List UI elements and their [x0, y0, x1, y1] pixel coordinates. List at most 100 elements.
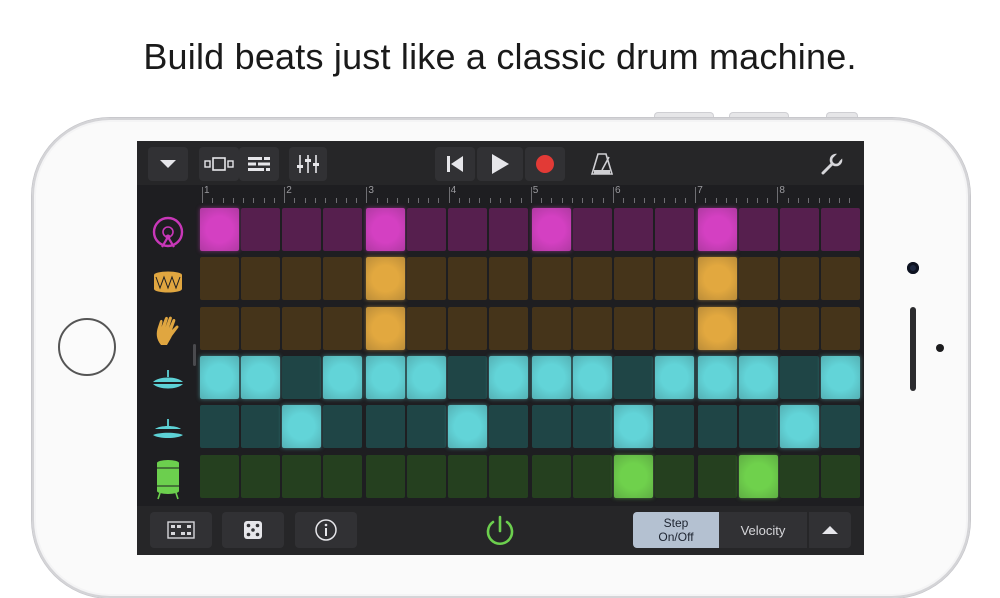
step-cell-off[interactable]: [572, 257, 612, 301]
mixer-button[interactable]: [289, 147, 327, 181]
step-cell-off[interactable]: [323, 454, 363, 498]
step-cell-off[interactable]: [779, 306, 819, 350]
step-cell-off[interactable]: [448, 355, 488, 399]
info-button[interactable]: [295, 512, 357, 548]
browser-button[interactable]: [148, 147, 188, 181]
velocity-mode-button[interactable]: Velocity: [719, 512, 807, 548]
step-cell-on[interactable]: [323, 355, 363, 399]
step-cell-off[interactable]: [282, 355, 322, 399]
bar-ruler[interactable]: 1 2 3 4 5 6 7 8: [197, 185, 864, 205]
step-cell-on[interactable]: [365, 208, 405, 251]
step-cell-on[interactable]: [779, 405, 819, 449]
step-cell-off[interactable]: [241, 208, 281, 251]
instrument-floor-tom[interactable]: [137, 456, 199, 503]
step-cell-off[interactable]: [779, 355, 819, 399]
step-cell-off[interactable]: [738, 306, 778, 350]
step-cell-off[interactable]: [614, 306, 653, 350]
step-cell-on[interactable]: [241, 355, 281, 399]
step-cell-off[interactable]: [489, 405, 529, 449]
step-cell-off[interactable]: [572, 306, 612, 350]
step-cell-off[interactable]: [241, 257, 281, 301]
step-cell-off[interactable]: [614, 208, 653, 251]
step-cell-off[interactable]: [779, 454, 819, 498]
step-cell-off[interactable]: [489, 454, 529, 498]
step-cell-off[interactable]: [282, 306, 322, 350]
step-cell-off[interactable]: [738, 405, 778, 449]
step-cell-on[interactable]: [614, 454, 653, 498]
step-cell-on[interactable]: [448, 405, 488, 449]
step-cell-on[interactable]: [489, 355, 529, 399]
step-cell-on[interactable]: [531, 208, 571, 251]
step-cell-on[interactable]: [614, 405, 653, 449]
step-cell-off[interactable]: [655, 257, 695, 301]
step-cell-on[interactable]: [738, 454, 778, 498]
step-cell-off[interactable]: [407, 306, 446, 350]
step-cell-off[interactable]: [489, 208, 529, 251]
step-cell-off[interactable]: [738, 257, 778, 301]
step-cell-off[interactable]: [655, 405, 695, 449]
step-cell-off[interactable]: [200, 306, 239, 350]
step-cell-off[interactable]: [448, 208, 488, 251]
instrument-hand-clap[interactable]: [137, 308, 199, 355]
step-cell-off[interactable]: [614, 355, 653, 399]
step-cell-off[interactable]: [407, 208, 446, 251]
tracks-list-button[interactable]: [239, 147, 279, 181]
step-cell-off[interactable]: [323, 257, 363, 301]
step-cell-off[interactable]: [821, 405, 860, 449]
home-button[interactable]: [58, 318, 116, 376]
step-cell-off[interactable]: [365, 454, 405, 498]
step-cell-off[interactable]: [323, 208, 363, 251]
step-cell-off[interactable]: [572, 208, 612, 251]
step-cell-off[interactable]: [365, 405, 405, 449]
step-cell-off[interactable]: [821, 454, 860, 498]
step-cell-off[interactable]: [241, 306, 281, 350]
step-cell-off[interactable]: [407, 405, 446, 449]
step-cell-off[interactable]: [779, 257, 819, 301]
step-cell-off[interactable]: [323, 405, 363, 449]
instrument-kick-drum[interactable]: [137, 209, 199, 256]
step-cell-on[interactable]: [821, 355, 860, 399]
step-cell-on[interactable]: [282, 405, 322, 449]
step-cell-on[interactable]: [365, 257, 405, 301]
step-cell-off[interactable]: [200, 405, 239, 449]
step-cell-off[interactable]: [572, 405, 612, 449]
step-cell-off[interactable]: [614, 257, 653, 301]
step-cell-off[interactable]: [282, 257, 322, 301]
step-cell-off[interactable]: [448, 257, 488, 301]
step-cell-on[interactable]: [365, 355, 405, 399]
step-cell-off[interactable]: [697, 454, 737, 498]
step-cell-off[interactable]: [821, 306, 860, 350]
pattern-button[interactable]: [150, 512, 212, 548]
instrument-snare-drum[interactable]: [137, 258, 199, 305]
step-cell-off[interactable]: [448, 454, 488, 498]
step-cell-on[interactable]: [365, 306, 405, 350]
step-cell-off[interactable]: [655, 306, 695, 350]
play-button[interactable]: [477, 147, 523, 181]
step-cell-off[interactable]: [407, 257, 446, 301]
power-button[interactable]: [481, 512, 519, 550]
step-cell-on[interactable]: [697, 257, 737, 301]
step-cell-on[interactable]: [697, 208, 737, 251]
step-cell-on[interactable]: [200, 208, 239, 251]
step-cell-off[interactable]: [531, 454, 571, 498]
step-cell-off[interactable]: [531, 306, 571, 350]
step-cell-on[interactable]: [407, 355, 446, 399]
record-button[interactable]: [525, 147, 565, 181]
step-cell-off[interactable]: [572, 454, 612, 498]
step-cell-off[interactable]: [697, 405, 737, 449]
step-cell-off[interactable]: [282, 208, 322, 251]
step-cell-off[interactable]: [821, 208, 860, 251]
step-cell-off[interactable]: [655, 208, 695, 251]
step-cell-off[interactable]: [200, 257, 239, 301]
step-cell-on[interactable]: [655, 355, 695, 399]
step-cell-on[interactable]: [572, 355, 612, 399]
step-cell-off[interactable]: [779, 208, 819, 251]
randomize-button[interactable]: [222, 512, 284, 548]
instrument-closed-hihat[interactable]: [137, 357, 199, 404]
step-cell-off[interactable]: [448, 306, 488, 350]
step-cell-off[interactable]: [200, 454, 239, 498]
step-cell-off[interactable]: [655, 454, 695, 498]
step-cell-on[interactable]: [697, 355, 737, 399]
step-cell-off[interactable]: [489, 306, 529, 350]
step-cell-on[interactable]: [697, 306, 737, 350]
